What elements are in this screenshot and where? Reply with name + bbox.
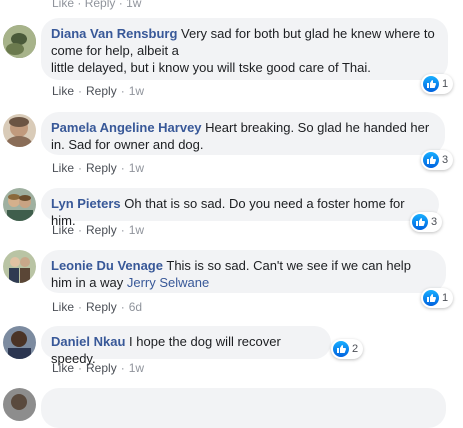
author-name[interactable]: Diana Van Rensburg — [51, 26, 177, 41]
like-link[interactable]: Like — [52, 84, 74, 98]
timestamp[interactable]: 1w — [129, 361, 144, 375]
comment-actions: Like · Reply · 1w — [52, 161, 144, 175]
comment-bubble: Diana Van Rensburg Very sad for both but… — [41, 18, 448, 80]
previous-comment-actions: Like · Reply · 1w — [52, 0, 141, 10]
like-link[interactable]: Like — [52, 0, 74, 10]
reply-link[interactable]: Reply — [85, 0, 116, 10]
avatar[interactable] — [3, 188, 36, 221]
comment-bubble: Leonie Du Venage This is so sad. Can't w… — [41, 250, 446, 293]
avatar[interactable] — [3, 25, 36, 58]
separator: · — [78, 361, 83, 375]
comment-actions: Like · Reply · 1w — [52, 223, 144, 237]
reaction-count[interactable]: 3 — [421, 150, 454, 170]
comment-actions: Like · Reply · 1w — [52, 361, 144, 375]
thumbs-up-icon — [412, 214, 428, 230]
separator: · — [120, 361, 125, 375]
reaction-number: 1 — [442, 78, 449, 90]
reaction-number: 3 — [442, 154, 449, 166]
avatar[interactable] — [3, 114, 36, 147]
comment-actions: Like · Reply · 1w — [52, 84, 144, 98]
author-name[interactable]: Daniel Nkau — [51, 334, 125, 349]
reaction-count[interactable]: 3 — [410, 212, 443, 232]
avatar[interactable] — [3, 250, 36, 283]
reaction-number: 1 — [442, 292, 449, 304]
thumbs-up-icon — [423, 152, 439, 168]
separator: · — [120, 223, 125, 237]
separator: · — [78, 84, 83, 98]
reaction-count[interactable]: 2 — [331, 339, 364, 359]
reply-link[interactable]: Reply — [86, 161, 117, 175]
comment-bubble: Lyn Pieters Oh that is so sad. Do you ne… — [41, 188, 439, 228]
separator: · — [120, 161, 125, 175]
separator: · — [78, 161, 83, 175]
reaction-number: 2 — [352, 343, 359, 355]
separator: · — [120, 300, 125, 314]
author-name[interactable]: Lyn Pieters — [51, 196, 121, 211]
avatar[interactable] — [3, 326, 36, 359]
reply-link[interactable]: Reply — [86, 300, 117, 314]
reaction-number: 3 — [431, 216, 438, 228]
like-link[interactable]: Like — [52, 300, 74, 314]
like-link[interactable]: Like — [52, 223, 74, 237]
like-link[interactable]: Like — [52, 361, 74, 375]
separator: · — [78, 300, 83, 314]
like-link[interactable]: Like — [52, 161, 74, 175]
avatar[interactable] — [3, 388, 36, 421]
author-name[interactable]: Pamela Angeline Harvey — [51, 120, 202, 135]
separator: · — [77, 0, 82, 10]
comment-bubble — [41, 388, 446, 428]
comment-bubble: Pamela Angeline Harvey Heart breaking. S… — [41, 112, 445, 155]
comment-bubble: Daniel Nkau I hope the dog will recover … — [41, 326, 331, 366]
timestamp[interactable]: 6d — [129, 300, 142, 314]
author-name[interactable]: Leonie Du Venage — [51, 258, 163, 273]
thumbs-up-icon — [333, 341, 349, 357]
reaction-count[interactable]: 1 — [421, 74, 454, 94]
separator: · — [78, 223, 83, 237]
comment-text-continued: little delayed, but i know you will tske… — [51, 60, 371, 75]
timestamp[interactable]: 1w — [129, 84, 144, 98]
timestamp[interactable]: 1w — [129, 161, 144, 175]
timestamp[interactable]: 1w — [129, 223, 144, 237]
reply-link[interactable]: Reply — [86, 84, 117, 98]
separator: · — [118, 0, 123, 10]
comment-actions: Like · Reply · 6d — [52, 300, 142, 314]
reaction-count[interactable]: 1 — [421, 288, 454, 308]
separator: · — [120, 84, 125, 98]
thumbs-up-icon — [423, 290, 439, 306]
reply-link[interactable]: Reply — [86, 223, 117, 237]
timestamp[interactable]: 1w — [126, 0, 141, 10]
mention-link[interactable]: Jerry Selwane — [127, 275, 209, 290]
thumbs-up-icon — [423, 76, 439, 92]
reply-link[interactable]: Reply — [86, 361, 117, 375]
